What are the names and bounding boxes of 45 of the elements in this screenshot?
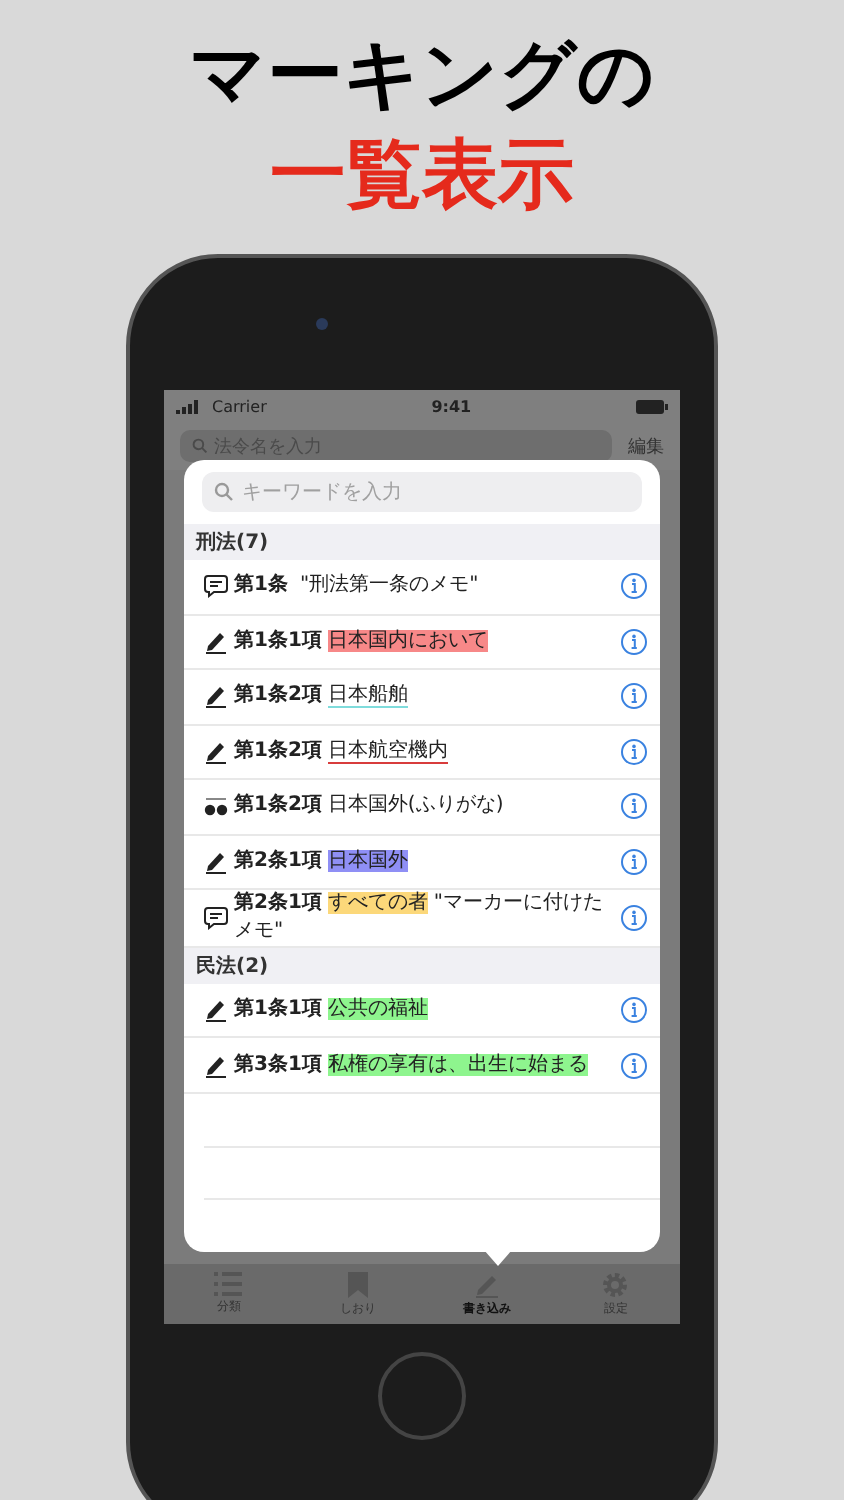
headline: マーキングの [189,28,655,122]
marking-row[interactable]: 第1条2項 日本船舶 [184,670,660,726]
info-icon[interactable] [620,572,648,601]
pen-icon [204,629,228,654]
search-icon [214,482,234,503]
info-icon[interactable] [620,627,648,656]
info-icon[interactable] [620,904,648,933]
info-icon[interactable] [620,737,648,766]
search-icon [192,438,208,454]
clock: 9:41 [431,397,472,415]
info-icon[interactable] [620,847,648,876]
marking-row[interactable]: 第3条1項 私権の享有は、出生に始まる [184,1038,660,1094]
info-icon[interactable] [620,1051,648,1080]
marking-row[interactable]: 第1条2項 日本航空機内 [184,725,660,781]
marking-row[interactable]: 第2条1項 日本国外 [184,835,660,891]
marking-text: 第2条1項 すべての者 "マーカーに付けたメモ" [234,890,606,947]
info-icon[interactable] [620,996,648,1025]
marking-text: 第1条 "刑法第一条のメモ" [234,572,481,601]
pen-icon [204,684,228,709]
marking-text: 第1条1項 日本国内において [234,627,490,656]
speech-bubble-icon [204,574,228,599]
marking-text: 第1条2項 日本航空機内 [234,737,450,766]
marking-row[interactable]: 第1条 "刑法第一条のメモ" [184,560,660,616]
dots-icon [204,794,228,819]
marking-text: 第3条1項 私権の享有は、出生に始まる [234,1051,590,1080]
marking-text: 第1条1項 公共の福祉 [234,996,430,1025]
pen-icon [204,739,228,764]
marking-row[interactable]: 第1条1項 公共の福祉 [184,983,660,1039]
carrier-label: Carrier [176,397,267,415]
pen-icon [204,998,228,1023]
info-icon[interactable] [620,682,648,711]
headline: 一覧表示 [270,128,574,222]
section-header: 民法(2) [184,947,660,984]
battery-icon [635,399,668,413]
marking-row[interactable]: 第1条1項 日本国内において [184,615,660,671]
pen-icon [204,1053,228,1078]
info-icon[interactable] [620,792,648,821]
marking-text: 第1条2項 日本国外(ふりがな) [234,792,506,821]
pen-icon [204,849,228,874]
marking-text: 第1条2項 日本船舶 [234,682,410,711]
camera-icon [316,318,328,330]
section-header: 刑法(7) [184,524,660,561]
speech-bubble-icon [204,906,228,931]
marking-row[interactable]: 第1条2項 日本国外(ふりがな) [184,780,660,836]
marking-text: 第2条1項 日本国外 [234,847,410,876]
